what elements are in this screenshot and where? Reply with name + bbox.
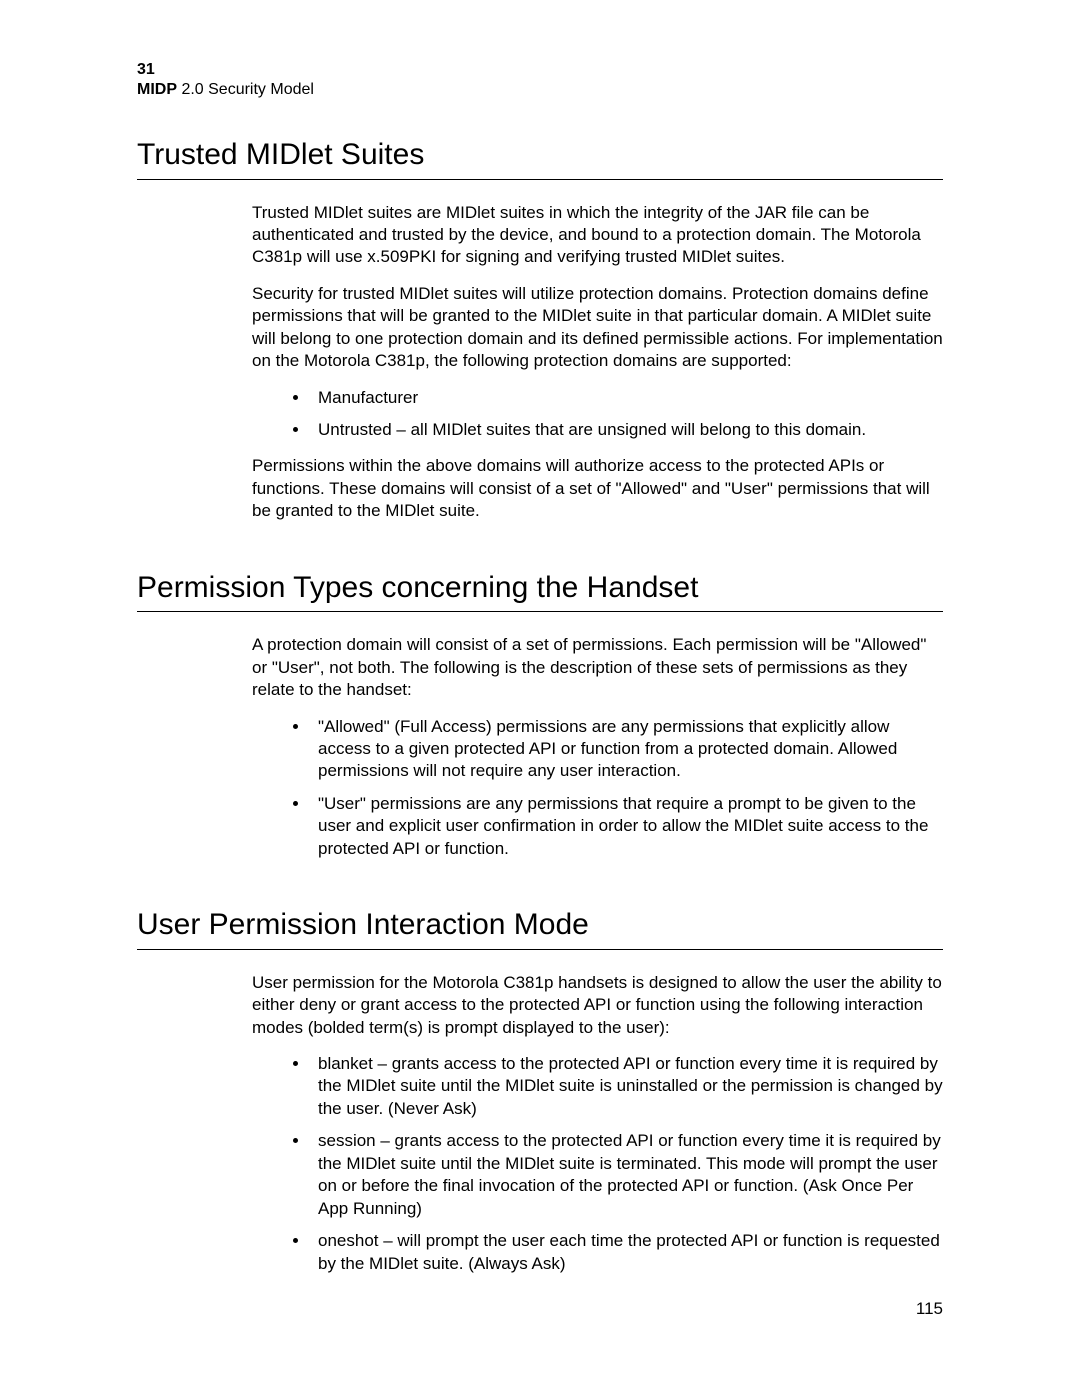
list-item: oneshot – will prompt the user each time… [310, 1230, 943, 1275]
bullet-list: blanket – grants access to the protected… [252, 1053, 943, 1275]
section-rule [137, 611, 943, 612]
paragraph: Trusted MIDlet suites are MIDlet suites … [252, 202, 943, 269]
section-body: Trusted MIDlet suites are MIDlet suites … [252, 202, 943, 523]
paragraph: User permission for the Motorola C381p h… [252, 972, 943, 1039]
paragraph: Permissions within the above domains wil… [252, 455, 943, 522]
page: 31 MIDP 2.0 Security Model Trusted MIDle… [0, 0, 1080, 1397]
list-item: Manufacturer [310, 387, 943, 409]
list-item: session – grants access to the protected… [310, 1130, 943, 1220]
header-title-rest: 2.0 Security Model [177, 81, 314, 98]
list-item: "User" permissions are any permissions t… [310, 793, 943, 860]
section-heading-permission-types: Permission Types concerning the Handset [137, 571, 943, 606]
paragraph: Security for trusted MIDlet suites will … [252, 283, 943, 373]
paragraph: A protection domain will consist of a se… [252, 634, 943, 701]
bullet-list: Manufacturer Untrusted – all MIDlet suit… [252, 387, 943, 442]
header-title-bold: MIDP [137, 81, 177, 98]
list-item: blanket – grants access to the protected… [310, 1053, 943, 1120]
section-body: User permission for the Motorola C381p h… [252, 972, 943, 1275]
chapter-number: 31 [137, 60, 943, 80]
section-body: A protection domain will consist of a se… [252, 634, 943, 860]
page-number: 115 [916, 1299, 943, 1319]
bullet-list: "Allowed" (Full Access) permissions are … [252, 716, 943, 861]
page-header: 31 MIDP 2.0 Security Model [137, 60, 943, 100]
section-heading-user-permission-interaction: User Permission Interaction Mode [137, 908, 943, 943]
header-title: MIDP 2.0 Security Model [137, 80, 943, 100]
section-heading-trusted-midlet-suites: Trusted MIDlet Suites [137, 138, 943, 173]
section-rule [137, 179, 943, 180]
list-item: "Allowed" (Full Access) permissions are … [310, 716, 943, 783]
section-rule [137, 949, 943, 950]
list-item: Untrusted – all MIDlet suites that are u… [310, 419, 943, 441]
